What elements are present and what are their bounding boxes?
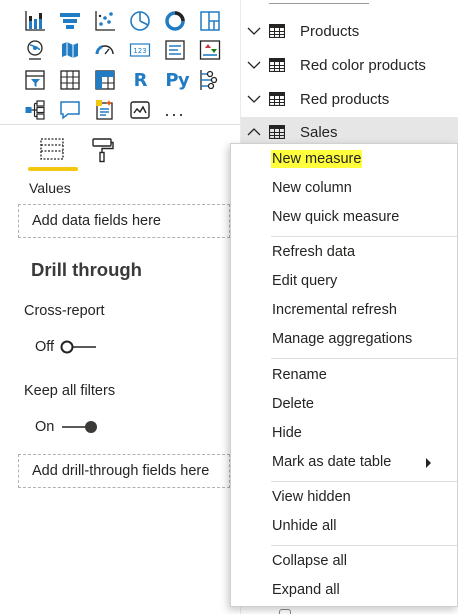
keep-all-filters-label: Keep all filters: [24, 383, 116, 399]
field-checkbox-stub: [279, 609, 291, 614]
table-icon: [269, 58, 285, 72]
values-dropzone[interactable]: Add data fields here: [18, 204, 230, 238]
menu-separator: [271, 236, 457, 237]
chevron-up-icon[interactable]: [247, 125, 261, 139]
values-label: Values: [29, 180, 71, 196]
matrix-icon[interactable]: [92, 67, 118, 93]
menu-item-edit-query[interactable]: Edit query: [272, 272, 337, 290]
table-icon[interactable]: [57, 67, 83, 93]
card-icon[interactable]: 123: [127, 37, 153, 63]
menu-item-new-column[interactable]: New column: [272, 179, 352, 197]
more-visuals-icon[interactable]: ...: [162, 97, 188, 123]
menu-item-delete[interactable]: Delete: [272, 395, 314, 413]
key-influencers-icon[interactable]: [197, 67, 223, 93]
previous-table-stub: [269, 0, 369, 4]
context-menu: New measure New column New quick measure…: [230, 143, 458, 607]
keep-all-filters-state: On: [35, 419, 55, 435]
map-icon[interactable]: [22, 37, 48, 63]
table-row-red-products[interactable]: Red products: [241, 84, 458, 114]
drill-through-title: Drill through: [31, 259, 142, 280]
drill-through-placeholder: Add drill-through fields here: [32, 463, 210, 479]
paint-roller-icon: [92, 138, 114, 163]
menu-item-label: Mark as date table: [272, 454, 392, 470]
drill-through-dropzone[interactable]: Add drill-through fields here: [18, 454, 230, 488]
table-name: Red products: [300, 90, 390, 108]
filled-map-icon[interactable]: [57, 37, 83, 63]
menu-item-new-quick-measure[interactable]: New quick measure: [272, 208, 399, 226]
smart-narrative-icon[interactable]: [92, 97, 118, 123]
format-tab[interactable]: [84, 130, 120, 170]
table-icon: [269, 24, 285, 38]
python-visual-icon[interactable]: Py: [162, 67, 192, 93]
svg-text:123: 123: [133, 47, 146, 55]
menu-item-rename[interactable]: Rename: [272, 366, 327, 384]
pie-chart-icon[interactable]: [127, 8, 153, 34]
chevron-down-icon[interactable]: [247, 58, 261, 72]
cross-report-label: Cross-report: [24, 303, 105, 319]
slicer-icon[interactable]: [22, 67, 48, 93]
table-row-red-color-products[interactable]: Red color products: [241, 50, 458, 80]
qa-icon[interactable]: [57, 97, 83, 123]
treemap-icon[interactable]: [197, 8, 223, 34]
decomposition-tree-icon[interactable]: [22, 97, 48, 123]
chevron-down-icon[interactable]: [247, 24, 261, 38]
scatter-chart-icon[interactable]: [92, 8, 118, 34]
fields-well-icon: [40, 138, 64, 160]
menu-item-hide[interactable]: Hide: [272, 424, 302, 442]
donut-chart-icon[interactable]: [162, 8, 188, 34]
menu-item-new-measure[interactable]: New measure: [271, 150, 363, 168]
keep-all-filters-toggle[interactable]: [60, 420, 98, 434]
paginated-report-icon[interactable]: [127, 97, 153, 123]
funnel-chart-icon[interactable]: [57, 8, 83, 34]
menu-separator: [271, 545, 457, 546]
visualizations-pane: 123 R Py ... Values Add data fields here…: [0, 0, 240, 614]
submenu-arrow-icon: [426, 458, 431, 468]
menu-item-manage-aggregations[interactable]: Manage aggregations: [272, 330, 412, 348]
table-name: Red color products: [300, 56, 426, 74]
gauge-icon[interactable]: [92, 37, 118, 63]
menu-item-mark-as-date-table[interactable]: Mark as date table: [272, 453, 458, 471]
table-icon: [269, 125, 285, 139]
menu-item-unhide-all[interactable]: Unhide all: [272, 517, 337, 535]
menu-item-expand-all[interactable]: Expand all: [272, 581, 340, 599]
menu-item-collapse-all[interactable]: Collapse all: [272, 552, 347, 570]
chevron-down-icon[interactable]: [247, 92, 261, 106]
kpi-icon[interactable]: [197, 37, 223, 63]
active-tab-indicator: [28, 167, 78, 171]
table-name: Sales: [300, 123, 338, 141]
r-script-visual-icon[interactable]: R: [127, 67, 153, 93]
fields-well-tab[interactable]: [34, 130, 70, 170]
multi-row-card-icon[interactable]: [162, 37, 188, 63]
stacked-column-chart-icon[interactable]: [22, 8, 48, 34]
menu-separator: [271, 358, 457, 359]
cross-report-state: Off: [35, 339, 55, 355]
menu-separator: [271, 481, 457, 482]
menu-item-incremental-refresh[interactable]: Incremental refresh: [272, 301, 397, 319]
table-name: Products: [300, 22, 360, 40]
pane-divider: [0, 124, 240, 125]
menu-item-refresh-data[interactable]: Refresh data: [272, 243, 355, 261]
table-row-products[interactable]: Products: [241, 16, 458, 46]
table-icon: [269, 92, 285, 106]
menu-item-view-hidden[interactable]: View hidden: [272, 488, 351, 506]
values-placeholder: Add data fields here: [32, 213, 161, 229]
cross-report-toggle[interactable]: [60, 340, 98, 354]
